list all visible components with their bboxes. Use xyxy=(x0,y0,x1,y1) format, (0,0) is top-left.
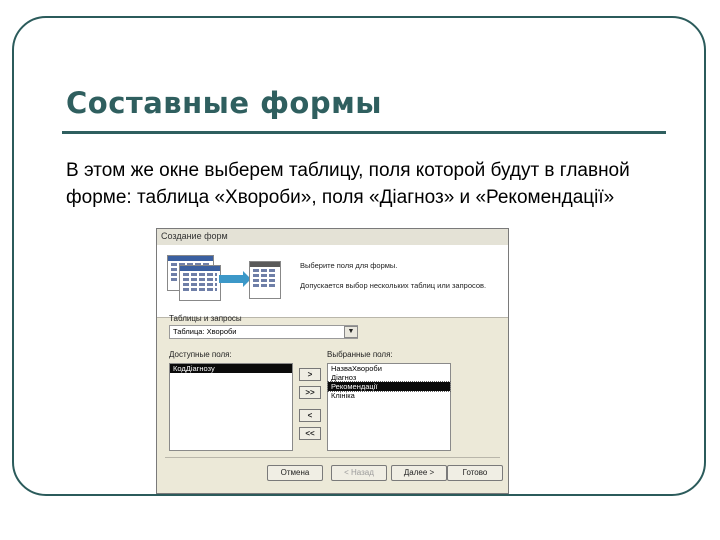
table-select[interactable]: Таблица: Хвороби xyxy=(169,325,358,339)
list-item[interactable]: Рекомендації xyxy=(327,381,451,392)
list-item[interactable]: НазваХвороби xyxy=(328,364,450,373)
remove-all-fields-button[interactable]: << xyxy=(299,427,321,440)
form-icon xyxy=(249,261,281,299)
form-wizard-dialog: Создание форм Выберите поля для формы. Д… xyxy=(156,228,509,494)
dialog-separator xyxy=(165,457,500,458)
dialog-header-panel: Выберите поля для формы. Допускается выб… xyxy=(157,245,508,318)
next-button[interactable]: Далее > xyxy=(391,465,447,481)
remove-field-button[interactable]: < xyxy=(299,409,321,422)
wizard-illustration-icon xyxy=(167,255,281,305)
title-divider xyxy=(62,131,666,134)
add-field-button[interactable]: > xyxy=(299,368,321,381)
cancel-button[interactable]: Отмена xyxy=(267,465,323,481)
chevron-down-icon[interactable]: ▼ xyxy=(344,326,358,338)
source-table-icon xyxy=(179,265,221,301)
add-all-fields-button[interactable]: >> xyxy=(299,386,321,399)
slide-title: Составные формы xyxy=(66,86,383,120)
back-button[interactable]: < Назад xyxy=(331,465,387,481)
list-item[interactable]: КодДіагнозу xyxy=(170,364,292,373)
wizard-instruction: Выберите поля для формы. xyxy=(300,261,398,270)
slide-body-text: В этом же окне выберем таблицу, поля кот… xyxy=(66,160,630,208)
list-item[interactable]: Клініка xyxy=(328,391,450,400)
list-item[interactable]: Діагноз xyxy=(328,373,450,382)
available-fields-list[interactable]: КодДіагнозу xyxy=(169,363,293,451)
dialog-title: Создание форм xyxy=(161,231,228,241)
selected-fields-list[interactable]: НазваХвороби Діагноз Рекомендації Клінік… xyxy=(327,363,451,451)
finish-button[interactable]: Готово xyxy=(447,465,503,481)
tables-queries-label: Таблицы и запросы xyxy=(169,314,242,323)
available-fields-label: Доступные поля: xyxy=(169,350,232,359)
table-select-value: Таблица: Хвороби xyxy=(173,327,237,336)
wizard-hint: Допускается выбор нескольких таблиц или … xyxy=(300,281,487,290)
arrow-right-icon xyxy=(219,271,251,287)
dialog-titlebar[interactable]: Создание форм xyxy=(157,229,508,246)
selected-fields-label: Выбранные поля: xyxy=(327,350,393,359)
